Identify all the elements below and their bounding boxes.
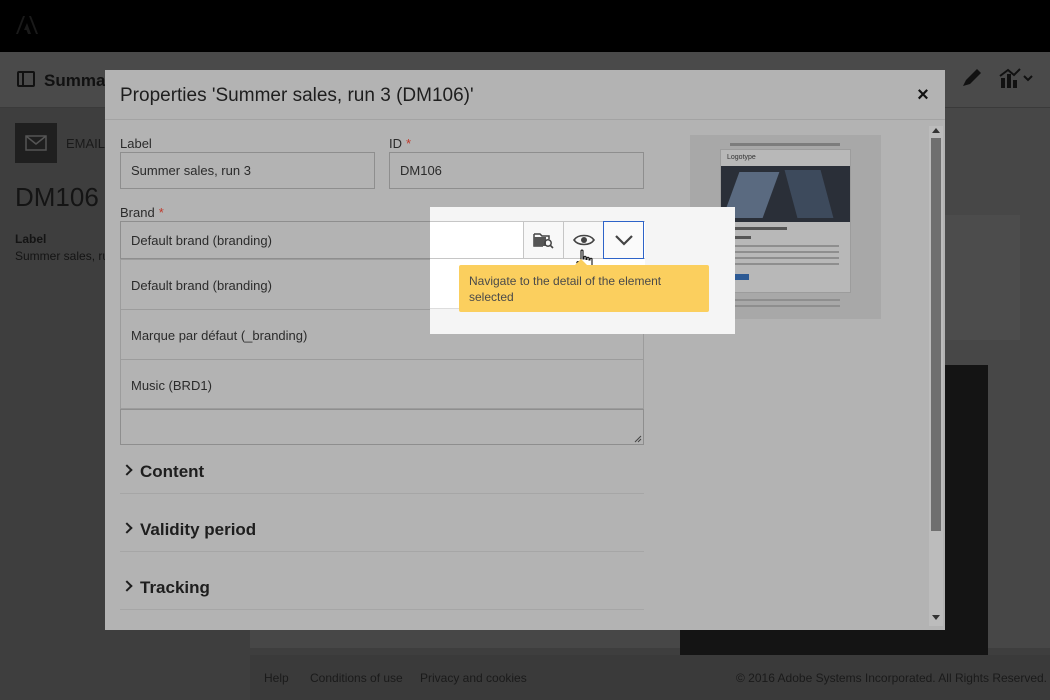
scroll-down-icon[interactable] — [932, 615, 940, 620]
page-footer: Help Conditions of use Privacy and cooki… — [250, 655, 1050, 700]
expand-dropdown-button[interactable] — [603, 221, 644, 259]
required-marker: * — [406, 136, 412, 151]
thumbnail-header-text — [730, 143, 840, 146]
page-title: Summar — [44, 71, 113, 90]
dialog-header: Properties 'Summer sales, run 3 (DM106)'… — [105, 70, 945, 120]
edit-icon[interactable] — [963, 69, 981, 86]
section-title: Content — [140, 462, 205, 481]
close-button[interactable]: × — [911, 85, 935, 107]
tooltip: Navigate to the detail of the element se… — [459, 259, 709, 312]
label-value: Summer sales, ru — [15, 249, 110, 263]
brand-field-label: Brand * — [120, 205, 164, 220]
resize-grip-icon[interactable] — [634, 435, 642, 443]
id-input[interactable] — [389, 152, 644, 189]
description-textarea[interactable] — [120, 409, 644, 445]
thumbnail-text-line — [727, 251, 839, 253]
dialog-scrollbar[interactable] — [929, 126, 943, 626]
dialog-title: Properties 'Summer sales, run 3 (DM106)' — [120, 85, 474, 106]
folder-search-icon — [532, 233, 554, 249]
delivery-code: DM106 — [15, 182, 99, 212]
section-title: Validity period — [140, 520, 257, 539]
analytics-icon[interactable] — [999, 68, 1021, 88]
footer-help-link[interactable]: Help — [264, 671, 289, 685]
label-caption: Label — [15, 232, 47, 246]
thumbnail-footer-text — [730, 305, 840, 307]
thumbnail-text-line — [727, 263, 839, 265]
section-title: Tracking — [140, 578, 210, 597]
brand-selected-value: Default brand (branding) — [131, 233, 272, 248]
chevron-down-icon[interactable] — [1023, 75, 1033, 82]
footer-privacy-link[interactable]: Privacy and cookies — [420, 671, 527, 685]
browse-brand-button[interactable] — [523, 221, 564, 259]
properties-dialog: Properties 'Summer sales, run 3 (DM106)'… — [105, 70, 945, 630]
chevron-right-icon — [121, 580, 133, 592]
thumbnail-logo: Logotype — [727, 154, 756, 161]
thumbnail-text-line — [727, 257, 839, 259]
scrollbar-thumb[interactable] — [931, 138, 941, 531]
highlight-spotlight: Navigate to the detail of the element se… — [430, 207, 735, 334]
top-navigation-bar — [0, 0, 1050, 52]
eye-icon — [572, 234, 595, 246]
side-card — [945, 215, 1020, 340]
scroll-up-icon[interactable] — [932, 128, 940, 133]
chevron-right-icon — [121, 522, 133, 534]
footer-copyright: © 2016 Adobe Systems Incorporated. All R… — [736, 671, 1048, 685]
chevron-down-icon — [614, 235, 633, 246]
adobe-logo-icon[interactable] — [14, 14, 40, 36]
id-field-label: ID * — [389, 136, 412, 151]
envelope-icon — [25, 135, 47, 151]
thumbnail-text-line — [727, 245, 839, 247]
label-input[interactable] — [120, 152, 375, 189]
thumbnail-footer-text — [730, 299, 840, 301]
label-field-label: Label — [120, 136, 152, 151]
side-panel-icon[interactable] — [17, 71, 35, 87]
section-tracking[interactable]: Tracking — [120, 570, 644, 610]
chevron-right-icon — [121, 464, 133, 476]
footer-conditions-link[interactable]: Conditions of use — [310, 671, 403, 685]
thumbnail-heading — [727, 227, 787, 230]
header-actions — [963, 68, 1033, 88]
thumbnail-hero-image — [721, 166, 850, 222]
channel-label: EMAIL — [66, 136, 106, 151]
required-marker: * — [158, 205, 164, 220]
thumbnail-email-body: Logotype — [720, 149, 851, 293]
brand-option[interactable]: Music (BRD1) — [121, 360, 643, 410]
section-content[interactable]: Content — [120, 454, 644, 494]
email-channel-tile — [15, 123, 57, 163]
section-validity-period[interactable]: Validity period — [120, 512, 644, 552]
